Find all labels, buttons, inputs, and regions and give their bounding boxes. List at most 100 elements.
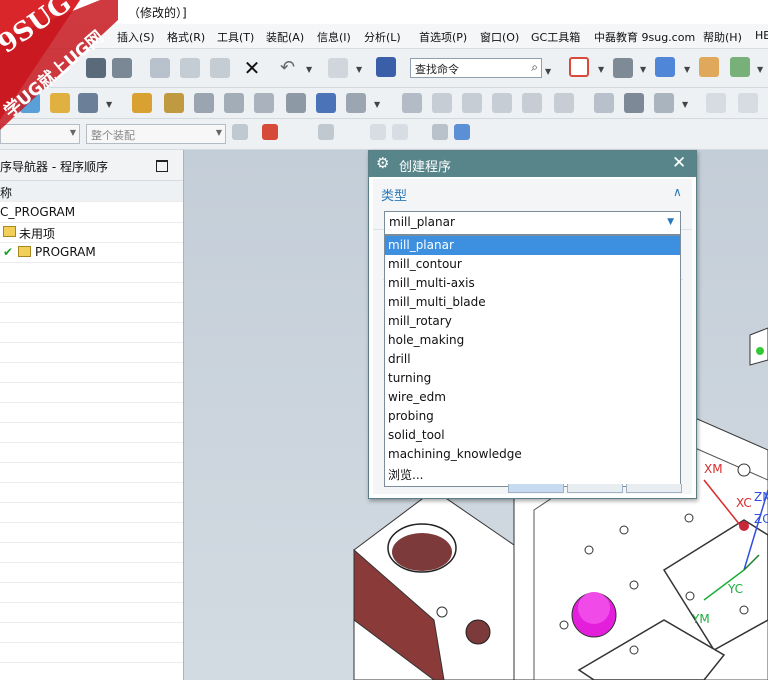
polygon-icon[interactable] [370,124,386,140]
menu-education[interactable]: 中磊教育 9sug.com [594,29,695,45]
snap-point-icon[interactable] [706,93,726,113]
paste-icon[interactable] [210,58,230,78]
fit-dropdown-icon[interactable]: ▼ [598,65,604,74]
option-drill[interactable]: drill [385,350,680,369]
menu-window[interactable]: 窗口(O) [480,29,519,45]
chevron-up-icon[interactable]: ∧ [673,185,682,199]
menu-analysis[interactable]: 分析(L) [364,29,401,45]
menu-he[interactable]: HE [755,29,768,42]
repeat-dropdown-icon[interactable]: ▼ [356,65,362,74]
nav-row-empty [0,562,183,583]
option-solid-tool[interactable]: solid_tool [385,426,680,445]
option-mill-contour[interactable]: mill_contour [385,255,680,274]
verify-toolpath-icon[interactable] [316,93,336,113]
option-machining-knowledge[interactable]: machining_knowledge [385,445,680,464]
delete-icon[interactable]: ✕ [242,58,262,78]
menu-assembly[interactable]: 装配(A) [266,29,304,45]
type-select[interactable]: mill_planar ▼ [384,211,681,235]
snap-icon[interactable] [262,124,278,140]
fit-view-icon[interactable] [569,57,589,77]
postprocess-icon[interactable] [346,93,366,113]
option-mill-rotary[interactable]: mill_rotary [385,312,680,331]
cube-outline-icon[interactable] [432,124,448,140]
nav-label: PROGRAM [35,245,96,259]
machine-view-icon[interactable] [254,93,274,113]
slot-feature-icon[interactable] [522,93,542,113]
cut-icon[interactable] [150,58,170,78]
timer-dropdown-icon[interactable]: ▼ [682,100,688,109]
dialog-title-bar[interactable]: ⚙ 创建程序 ✕ [369,151,696,177]
box-select-icon[interactable] [392,124,408,140]
column-name: 称 [0,186,13,200]
undo-icon[interactable]: ↶ [280,58,300,78]
repeat-command-icon[interactable] [328,58,348,78]
tool-setting-icon[interactable] [164,93,184,113]
menu-format[interactable]: 格式(R) [167,29,205,45]
snap-end-icon[interactable] [738,93,758,113]
orient-dropdown-icon[interactable]: ▼ [684,65,690,74]
apply-button[interactable] [567,484,623,493]
nav-row-program[interactable]: ✔ PROGRAM [0,242,183,263]
nav-row-empty [0,602,183,623]
option-mill-planar[interactable]: mill_planar [385,236,680,255]
timer-icon[interactable] [654,93,674,113]
type-section-title[interactable]: 类型 [381,185,407,204]
nav-row-empty [0,522,183,543]
menu-preferences[interactable]: 首选项(P) [419,29,467,45]
pick-icon[interactable] [318,124,334,140]
display-icon[interactable] [730,57,750,77]
render-dropdown-icon[interactable]: ▼ [640,65,646,74]
option-mill-multi-blade[interactable]: mill_multi_blade [385,293,680,312]
hole-feature-icon[interactable] [462,93,482,113]
menu-insert[interactable]: 插入(S) [117,29,155,45]
cancel-button[interactable] [626,484,682,493]
menu-info[interactable]: 信息(I) [317,29,351,45]
option-wire-edm[interactable]: wire_edm [385,388,680,407]
display-dropdown-icon[interactable]: ▼ [757,65,763,74]
option-turning[interactable]: turning [385,369,680,388]
measure-icon[interactable] [594,93,614,113]
navigator-header: 序导航器 - 程序顺序 [0,150,183,181]
grid-feature-icon[interactable] [554,93,574,113]
nav-row-empty [0,402,183,423]
option-browse[interactable]: 浏览... [385,464,680,483]
method-view-icon[interactable] [224,93,244,113]
search-icon: ⌕ [531,60,538,74]
menu-gc-toolbox[interactable]: GC工具箱 [531,29,580,45]
copy-icon[interactable] [180,58,200,78]
select-icon[interactable] [232,124,248,140]
search-dropdown-icon[interactable]: ▼ [545,67,551,76]
nav-row-empty [0,342,183,363]
wrench-icon[interactable] [132,93,152,113]
undo-dropdown-icon[interactable]: ▼ [306,65,312,74]
folder-icon [3,226,16,237]
option-mill-multi-axis[interactable]: mill_multi-axis [385,274,680,293]
close-icon[interactable]: ✕ [672,153,686,173]
nav-row-empty [0,262,183,283]
nav-row-empty [0,302,183,323]
nav-row-root[interactable]: C_PROGRAM [0,202,183,223]
maximize-icon[interactable] [156,160,168,172]
render-style-icon[interactable] [613,58,633,78]
info-icon[interactable] [376,57,396,77]
menu-help[interactable]: 帮助(H) [703,29,742,45]
option-hole-making[interactable]: hole_making [385,331,680,350]
feature-icon[interactable] [432,93,452,113]
program-view-icon[interactable] [194,93,214,113]
pocket-feature-icon[interactable] [492,93,512,113]
post-dropdown-icon[interactable]: ▼ [374,100,380,109]
layer-icon[interactable] [699,57,719,77]
orient-view-icon[interactable] [655,57,675,77]
cube-solid-icon[interactable] [454,124,470,140]
shop-doc-icon[interactable] [402,93,422,113]
nav-row-empty [0,282,183,303]
generate-toolpath-icon[interactable] [286,93,306,113]
option-probing[interactable]: probing [385,407,680,426]
nav-row-empty [0,502,183,523]
document-icon[interactable] [624,93,644,113]
menu-tools[interactable]: 工具(T) [217,29,254,45]
search-input[interactable]: 查找命令 [415,61,459,77]
ok-button[interactable] [508,484,564,493]
command-finder[interactable]: 查找命令 ⌕ [410,58,542,78]
nav-row-unused[interactable]: 未用项 [0,222,183,243]
